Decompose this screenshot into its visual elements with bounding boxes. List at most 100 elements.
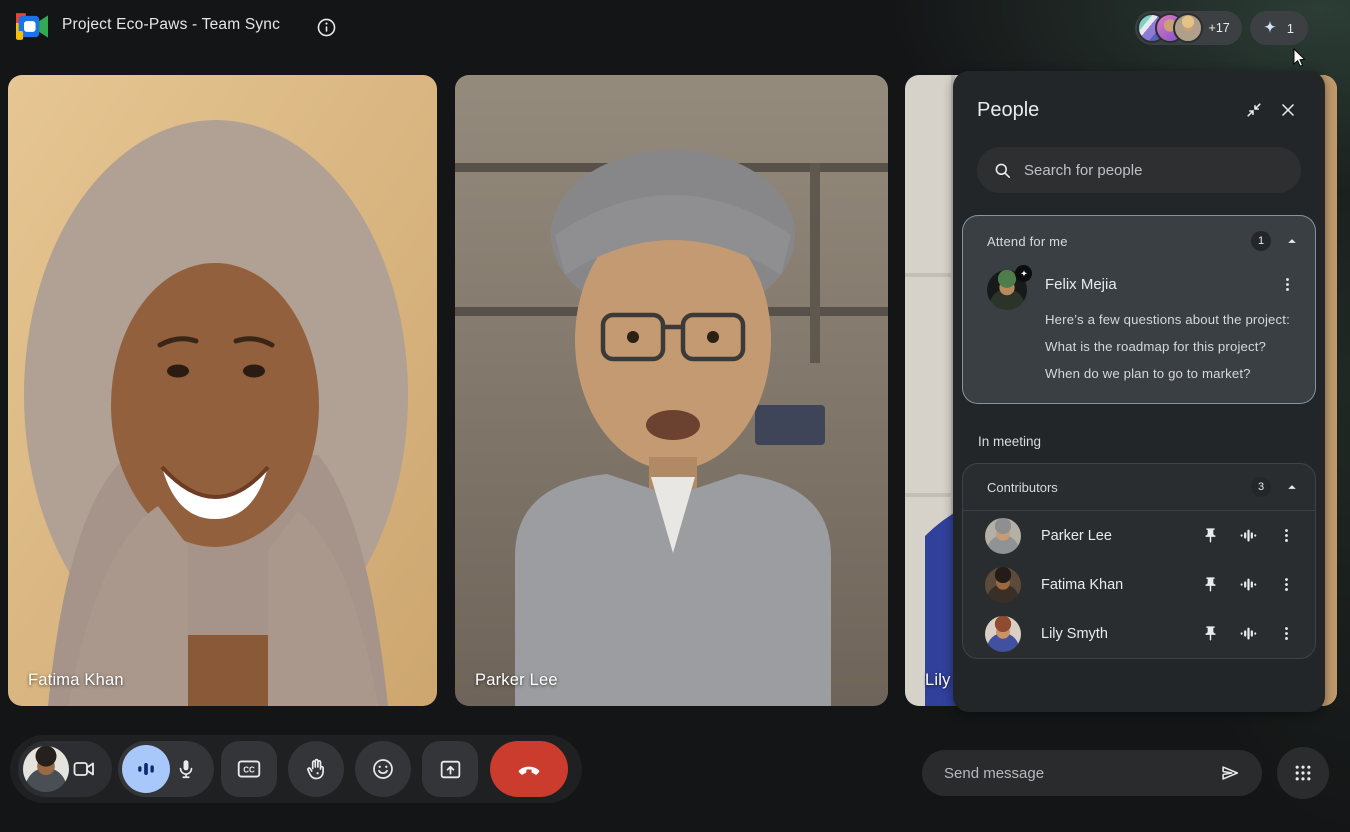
gemini-badge-count: 1 [1287, 21, 1294, 36]
tile-name-label: Lily [925, 671, 951, 690]
people-panel-title: People [977, 99, 1237, 122]
audio-level-indicator[interactable] [1229, 615, 1267, 653]
attend-note-line: What is the roadmap for this project? [1045, 339, 1301, 354]
pin-icon [1202, 625, 1219, 642]
contributor-name: Parker Lee [1021, 528, 1191, 544]
chevron-up-icon[interactable] [1283, 478, 1301, 496]
attend-more-options-button[interactable] [1273, 270, 1301, 298]
contributors-title: Contributors [987, 480, 1251, 495]
sparkle-icon [1019, 269, 1029, 279]
more-vert-icon [1278, 576, 1295, 593]
contributors-count-badge: 3 [1251, 477, 1271, 497]
collapse-panel-button[interactable] [1237, 93, 1271, 127]
people-panel: People Attend for me 1 [953, 71, 1325, 712]
meet-window: Project Eco-Paws - Team Sync +17 1 [0, 0, 1350, 832]
contributors-header[interactable]: Contributors 3 [963, 464, 1315, 511]
cc-label: CC [243, 765, 255, 774]
in-meeting-label: In meeting [978, 434, 1325, 449]
avatar-parker-lee [985, 518, 1021, 554]
participant-avatar [1173, 13, 1203, 43]
apps-grid-button[interactable] [1277, 747, 1329, 799]
attend-entry-body: Felix Mejia Here’s a few questions about… [1027, 270, 1301, 381]
attend-person-name: Felix Mejia [1045, 276, 1273, 293]
attend-section-title: Attend for me [987, 234, 1251, 249]
pin-icon [1202, 527, 1219, 544]
contributors-section: Contributors 3 Parker Lee [962, 463, 1316, 659]
participants-overflow-count: +17 [1209, 21, 1230, 35]
contributor-row-lily[interactable]: Lily Smyth [963, 609, 1315, 658]
participant-more-options-button[interactable] [1267, 566, 1305, 604]
contributor-row-parker[interactable]: Parker Lee [963, 511, 1315, 560]
attend-for-me-section: Attend for me 1 Felix Mejia [962, 215, 1316, 404]
more-vert-icon [1279, 276, 1296, 293]
meeting-info-button[interactable] [314, 15, 338, 39]
audio-bars-icon [1239, 624, 1258, 643]
close-panel-button[interactable] [1271, 93, 1305, 127]
pin-icon [1202, 576, 1219, 593]
attend-note-line: When do we plan to go to market? [1045, 366, 1301, 381]
self-view-avatar[interactable] [23, 746, 69, 792]
search-icon [993, 161, 1012, 180]
video-feed-parker [455, 75, 888, 706]
participants-overflow-button[interactable]: +17 [1135, 11, 1242, 45]
top-bar: Project Eco-Paws - Team Sync +17 1 [0, 0, 1350, 56]
felix-avatar-wrap [987, 270, 1027, 310]
collapse-icon [1244, 100, 1264, 120]
camera-icon [72, 757, 96, 781]
camera-control-pill[interactable] [18, 741, 112, 797]
more-vert-icon [1278, 625, 1295, 642]
tile-name-label: Parker Lee [475, 671, 558, 690]
video-feed-fatima [8, 75, 437, 706]
top-right-group: +17 1 [1135, 11, 1308, 45]
send-message-bar [922, 750, 1262, 796]
attend-entry-felix: Felix Mejia Here’s a few questions about… [987, 270, 1301, 381]
emoji-icon [371, 757, 395, 781]
chevron-up-icon[interactable] [1283, 232, 1301, 250]
captions-button[interactable]: CC [221, 741, 277, 797]
adaptive-audio-button[interactable] [122, 745, 170, 793]
people-panel-header: People [953, 71, 1325, 127]
tile-name-label: Fatima Khan [28, 671, 124, 690]
reactions-button[interactable] [355, 741, 411, 797]
pin-participant-button[interactable] [1191, 615, 1229, 653]
end-call-button[interactable] [490, 741, 568, 797]
microphone-control-pill[interactable] [118, 741, 214, 797]
audio-bars-icon [1239, 526, 1258, 545]
more-vert-icon [1278, 527, 1295, 544]
close-icon [1278, 100, 1298, 120]
end-call-icon [516, 756, 542, 782]
audio-level-indicator[interactable] [1229, 566, 1267, 604]
audio-bars-icon [1239, 575, 1258, 594]
send-message-button[interactable] [1212, 755, 1248, 791]
pin-participant-button[interactable] [1191, 517, 1229, 555]
attend-notes: Here’s a few questions about the project… [1045, 312, 1301, 381]
gemini-badge-button[interactable]: 1 [1250, 11, 1308, 45]
google-meet-logo-icon [16, 13, 48, 40]
video-tile-parker-lee[interactable]: Parker Lee [455, 75, 888, 706]
captions-icon: CC [236, 756, 262, 782]
audio-mode-icon [135, 758, 157, 780]
raise-hand-button[interactable] [288, 741, 344, 797]
present-screen-button[interactable] [422, 741, 478, 797]
present-icon [438, 757, 463, 782]
people-search-input[interactable] [1024, 162, 1285, 179]
participant-more-options-button[interactable] [1267, 517, 1305, 555]
raise-hand-icon [304, 757, 328, 781]
people-search-bar [977, 147, 1301, 193]
pin-participant-button[interactable] [1191, 566, 1229, 604]
gemini-attend-badge [1015, 265, 1032, 282]
avatar-fatima-khan [985, 567, 1021, 603]
contributor-name: Fatima Khan [1021, 577, 1191, 593]
participant-more-options-button[interactable] [1267, 615, 1305, 653]
audio-level-indicator[interactable] [1229, 517, 1267, 555]
mic-icon [175, 758, 197, 780]
contributor-name: Lily Smyth [1021, 626, 1191, 642]
contributor-row-fatima[interactable]: Fatima Khan [963, 560, 1315, 609]
send-icon [1219, 762, 1241, 784]
send-message-input[interactable] [944, 765, 1212, 782]
avatar-lily-smyth [985, 616, 1021, 652]
attend-count-badge: 1 [1251, 231, 1271, 251]
gemini-sparkle-icon [1261, 19, 1279, 37]
video-tile-fatima-khan[interactable]: Fatima Khan [8, 75, 437, 706]
attend-section-header[interactable]: Attend for me 1 [987, 228, 1301, 254]
